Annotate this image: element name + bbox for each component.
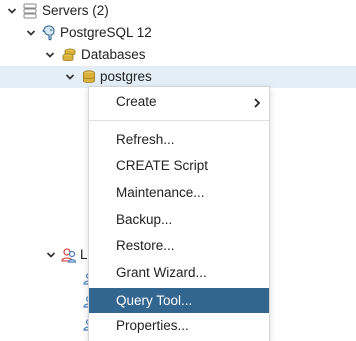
chevron-down-icon[interactable]	[45, 249, 57, 261]
tree-node-label: L	[80, 247, 88, 262]
menu-item-label: Properties...	[116, 318, 189, 333]
tree-node-server[interactable]: PostgreSQL 12	[0, 22, 356, 44]
menu-item-label: Refresh...	[116, 132, 175, 147]
postgresql-elephant-icon	[41, 25, 57, 41]
menu-item-restore[interactable]: Restore...	[89, 233, 269, 258]
login-roles-icon	[61, 247, 77, 263]
database-icon	[81, 69, 97, 85]
menu-item-label: Backup...	[116, 212, 173, 227]
menu-item-create-script[interactable]: CREATE Script	[89, 153, 269, 178]
menu-item-label: Maintenance...	[116, 185, 205, 200]
menu-item-properties[interactable]: Properties...	[89, 313, 269, 338]
menu-item-label: Query Tool...	[116, 293, 193, 308]
menu-item-create[interactable]: Create	[89, 89, 269, 114]
menu-item-maintenance[interactable]: Maintenance...	[89, 180, 269, 205]
servers-icon	[22, 3, 38, 19]
databases-icon	[61, 47, 77, 63]
menu-item-label: Create	[116, 94, 157, 109]
menu-item-query-tool[interactable]: Query Tool...	[89, 288, 269, 313]
tree-node-databases[interactable]: Databases	[0, 44, 356, 66]
menu-separator	[89, 120, 269, 121]
menu-item-label: Grant Wizard...	[116, 265, 207, 280]
tree-node-label: Servers (2)	[42, 3, 109, 18]
menu-item-label: Restore...	[116, 238, 175, 253]
menu-item-backup[interactable]: Backup...	[89, 207, 269, 232]
tree-node-label: PostgreSQL 12	[60, 25, 152, 40]
tree-node-database-selected[interactable]: postgres	[0, 66, 356, 88]
chevron-right-icon	[253, 96, 261, 111]
chevron-down-icon[interactable]	[25, 27, 37, 39]
tree-node-servers[interactable]: Servers (2)	[0, 0, 356, 22]
context-menu: Create Refresh... CREATE Script Maintena…	[88, 86, 270, 341]
menu-item-refresh[interactable]: Refresh...	[89, 127, 269, 152]
chevron-down-icon[interactable]	[6, 5, 18, 17]
chevron-down-icon[interactable]	[64, 71, 76, 83]
menu-item-label: CREATE Script	[116, 158, 209, 173]
tree-node-label: Databases	[81, 47, 146, 62]
menu-item-grant-wizard[interactable]: Grant Wizard...	[89, 260, 269, 285]
tree-node-label: postgres	[100, 69, 152, 84]
chevron-down-icon[interactable]	[44, 49, 56, 61]
